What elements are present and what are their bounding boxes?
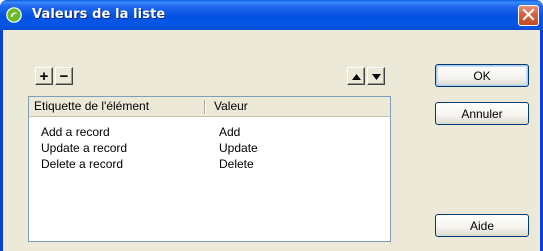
dialog-window: Valeurs de la liste + − Etiquette de l'é… xyxy=(0,0,543,251)
triangle-down-icon xyxy=(371,69,381,83)
list-item[interactable]: Add a record Add xyxy=(29,124,390,140)
title-bar[interactable]: Valeurs de la liste xyxy=(0,0,543,30)
help-button[interactable]: Aide xyxy=(435,214,529,237)
cancel-button[interactable]: Annuler xyxy=(435,102,529,125)
dialog-body: + − Etiquette de l'élément Valeur Add a … xyxy=(3,30,540,251)
dialog-title: Valeurs de la liste xyxy=(32,7,166,22)
plus-icon: + xyxy=(39,67,49,85)
minus-icon: − xyxy=(59,67,69,85)
close-icon xyxy=(522,7,535,24)
column-divider[interactable] xyxy=(204,100,205,114)
ok-button[interactable]: OK xyxy=(435,64,529,87)
column-header-value[interactable]: Valeur xyxy=(209,97,389,116)
item-value: Delete xyxy=(219,157,254,171)
close-button[interactable] xyxy=(518,5,539,26)
item-label: Delete a record xyxy=(41,157,124,171)
move-down-button[interactable] xyxy=(367,67,385,85)
item-value: Add xyxy=(219,125,241,139)
list-item[interactable]: Update a record Update xyxy=(29,140,390,156)
item-label: Add a record xyxy=(41,125,110,139)
move-up-button[interactable] xyxy=(347,67,365,85)
dreamweaver-icon xyxy=(6,7,22,23)
add-item-button[interactable]: + xyxy=(35,67,53,85)
triangle-up-icon xyxy=(351,69,361,83)
item-label: Update a record xyxy=(41,141,128,155)
list-item[interactable]: Delete a record Delete xyxy=(29,156,390,172)
item-value: Update xyxy=(219,141,258,155)
values-list[interactable]: Etiquette de l'élément Valeur Add a reco… xyxy=(28,96,391,242)
list-header: Etiquette de l'élément Valeur xyxy=(29,97,390,117)
remove-item-button[interactable]: − xyxy=(55,67,73,85)
column-header-label[interactable]: Etiquette de l'élément xyxy=(29,97,204,116)
